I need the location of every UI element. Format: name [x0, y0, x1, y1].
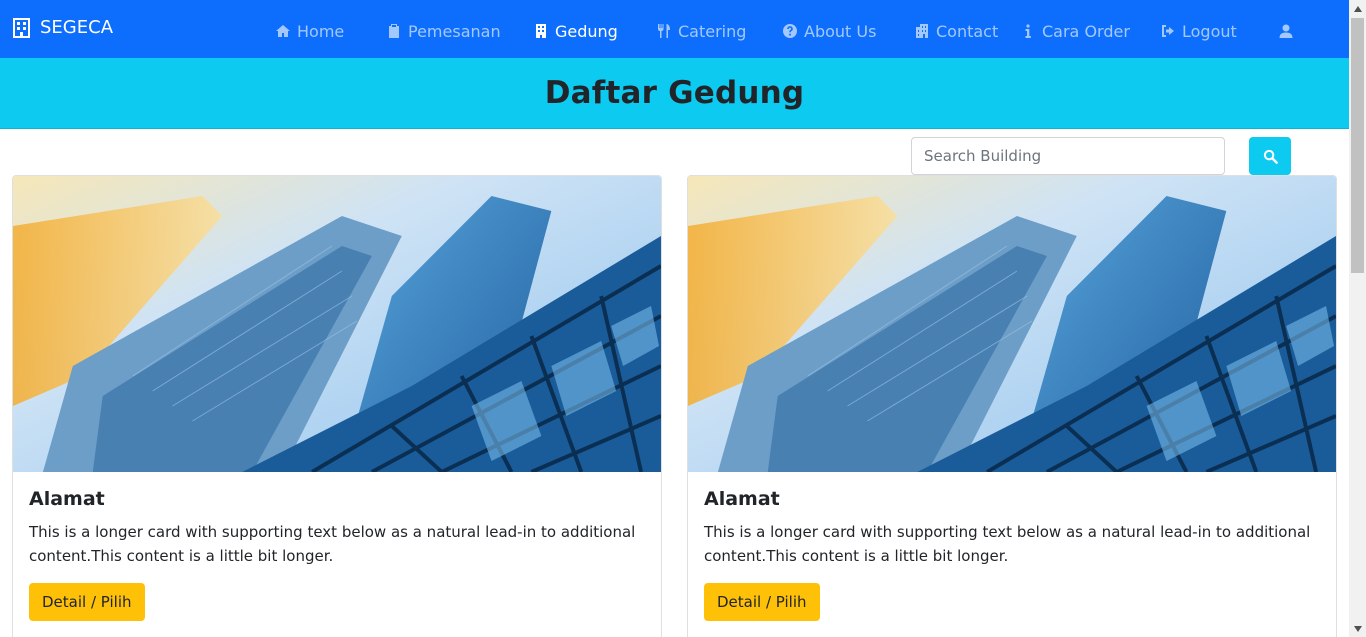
- user-icon: [1279, 24, 1293, 38]
- search-icon: [1263, 149, 1278, 164]
- page-title: Daftar Gedung: [544, 75, 805, 111]
- nav-cara-order[interactable]: Cara Order: [1020, 19, 1130, 43]
- building-card: Alamat This is a longer card with suppor…: [12, 175, 662, 637]
- page-header: Daftar Gedung: [0, 58, 1349, 129]
- brand[interactable]: SEGECA: [13, 17, 113, 38]
- utensils-icon: [658, 24, 670, 38]
- question-circle-icon: [783, 24, 797, 38]
- building-icon: [536, 24, 546, 38]
- skyscraper-image: [13, 176, 661, 472]
- card-text: This is a longer card with supporting te…: [704, 523, 1311, 565]
- card-title: Alamat: [704, 488, 780, 510]
- home-icon: [276, 25, 290, 37]
- nav-gedung[interactable]: Gedung: [533, 19, 618, 43]
- nav-home[interactable]: Home: [275, 19, 344, 43]
- nav-gedung-label: Gedung: [555, 21, 618, 41]
- brand-name: SEGECA: [40, 17, 114, 38]
- nav-logout[interactable]: Logout: [1160, 19, 1237, 43]
- nav-logout-label: Logout: [1182, 21, 1237, 41]
- detail-pilih-button[interactable]: Detail / Pilih: [704, 583, 820, 621]
- nav-user[interactable]: [1278, 19, 1294, 43]
- nav-contact[interactable]: Contact: [914, 19, 998, 43]
- sign-out-icon: [1162, 25, 1174, 37]
- nav-about-us[interactable]: About Us: [782, 19, 876, 43]
- search-input[interactable]: [911, 137, 1225, 175]
- nav-pemesanan-label: Pemesanan: [408, 21, 501, 41]
- search-button[interactable]: [1249, 137, 1291, 175]
- nav-pemesanan[interactable]: Pemesanan: [386, 19, 501, 43]
- info-icon: [1025, 24, 1031, 38]
- nav-contact-label: Contact: [936, 21, 999, 41]
- scroll-up-arrow-icon[interactable]: [1349, 0, 1366, 17]
- vertical-scrollbar[interactable]: [1349, 0, 1366, 637]
- nav-home-label: Home: [297, 21, 345, 41]
- nav-cara-order-label: Cara Order: [1042, 21, 1130, 41]
- hospital-building-icon: [916, 24, 928, 38]
- card-title: Alamat: [29, 488, 105, 510]
- building-icon: [13, 17, 30, 38]
- clipboard-icon: [389, 24, 399, 38]
- detail-pilih-button[interactable]: Detail / Pilih: [29, 583, 145, 621]
- card-text: This is a longer card with supporting te…: [29, 523, 636, 565]
- scroll-thumb[interactable]: [1351, 18, 1364, 273]
- nav-catering-label: Catering: [678, 21, 747, 41]
- scroll-down-arrow-icon[interactable]: [1349, 620, 1366, 637]
- nav-about-us-label: About Us: [804, 21, 877, 41]
- building-card: Alamat This is a longer card with suppor…: [687, 175, 1337, 637]
- skyscraper-image: [688, 176, 1336, 472]
- nav-catering[interactable]: Catering: [656, 19, 746, 43]
- top-navbar: SEGECA Home Pemesanan Gedung Catering Ab…: [0, 0, 1349, 58]
